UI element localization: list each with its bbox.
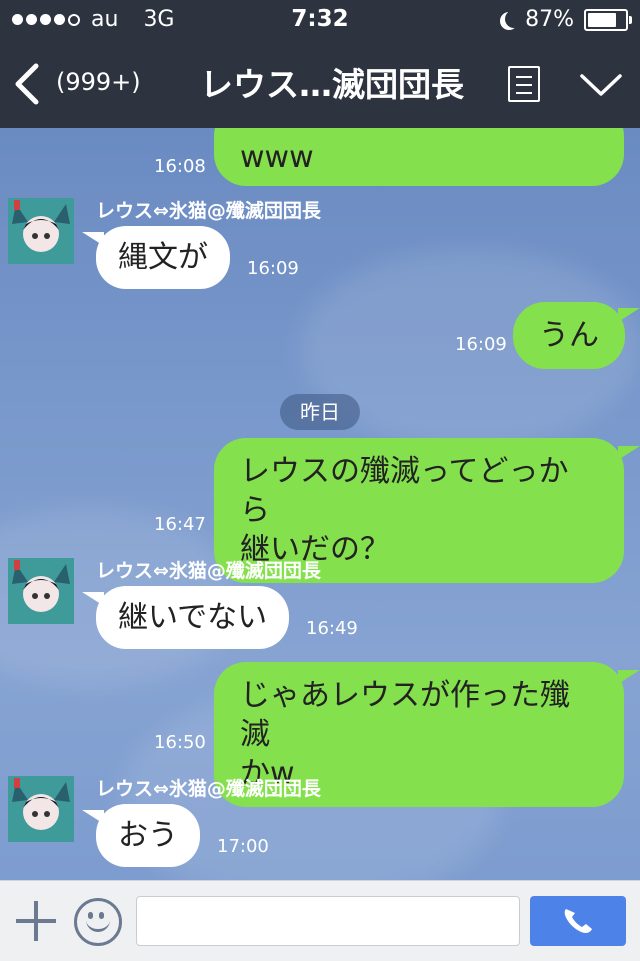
message-input[interactable] (136, 896, 520, 946)
my-message-bubble[interactable]: うん (513, 302, 625, 369)
chevron-left-icon (15, 63, 39, 105)
battery-icon (584, 8, 632, 31)
emoji-icon[interactable] (74, 898, 122, 946)
chevron-down-icon[interactable] (578, 70, 624, 100)
sender-name: レウス⇔氷猫@殲滅団団長 (96, 778, 321, 800)
message-time: 16:08 (154, 156, 206, 177)
message-input-bar (0, 880, 640, 961)
message-time: 16:09 (247, 258, 299, 279)
avatar[interactable] (8, 198, 74, 264)
message-time: 17:00 (217, 836, 269, 857)
message-text-line: レウスの殲滅ってどっから (240, 454, 569, 528)
menu-icon[interactable] (508, 66, 540, 102)
do-not-disturb-icon (505, 10, 523, 28)
chat-header: (999+) レウス…滅団団長 (0, 40, 640, 128)
message-text-line: じゃあレウスが作った殲滅 (240, 678, 570, 752)
plus-icon[interactable] (16, 901, 56, 941)
avatar[interactable] (8, 776, 74, 842)
their-message-bubble[interactable]: 継いでない (96, 586, 290, 649)
their-message-bubble[interactable]: おう (96, 804, 200, 867)
chat-title: レウス…滅団団長 (200, 65, 464, 104)
unread-count[interactable]: (999+) (56, 68, 141, 96)
chat-area[interactable]: 16:08 www レウス⇔氷猫@殲滅団団長 縄文が 16:09 16:09 う… (0, 128, 640, 880)
message-time: 16:47 (154, 514, 206, 535)
message-text: おう (118, 818, 178, 853)
message-time: 16:09 (455, 334, 507, 355)
their-message-bubble[interactable]: 縄文が (96, 226, 230, 289)
back-button[interactable] (10, 60, 54, 108)
message-time: 16:50 (154, 732, 206, 753)
battery-percent: 87% (525, 7, 574, 32)
my-message-bubble[interactable]: www (214, 128, 624, 186)
call-button[interactable] (530, 896, 626, 946)
sender-name: レウス⇔氷猫@殲滅団団長 (96, 200, 321, 222)
sender-name: レウス⇔氷猫@殲滅団団長 (96, 560, 321, 582)
phone-icon (564, 909, 592, 933)
message-text: www (240, 140, 314, 175)
message-text: うん (539, 318, 599, 353)
message-text: 縄文が (118, 240, 208, 275)
message-time: 16:49 (306, 618, 358, 639)
date-divider: 昨日 (280, 394, 360, 430)
status-bar: au 3G 7:32 87% (0, 0, 640, 40)
avatar[interactable] (8, 558, 74, 624)
message-text: 継いでない (118, 600, 268, 635)
